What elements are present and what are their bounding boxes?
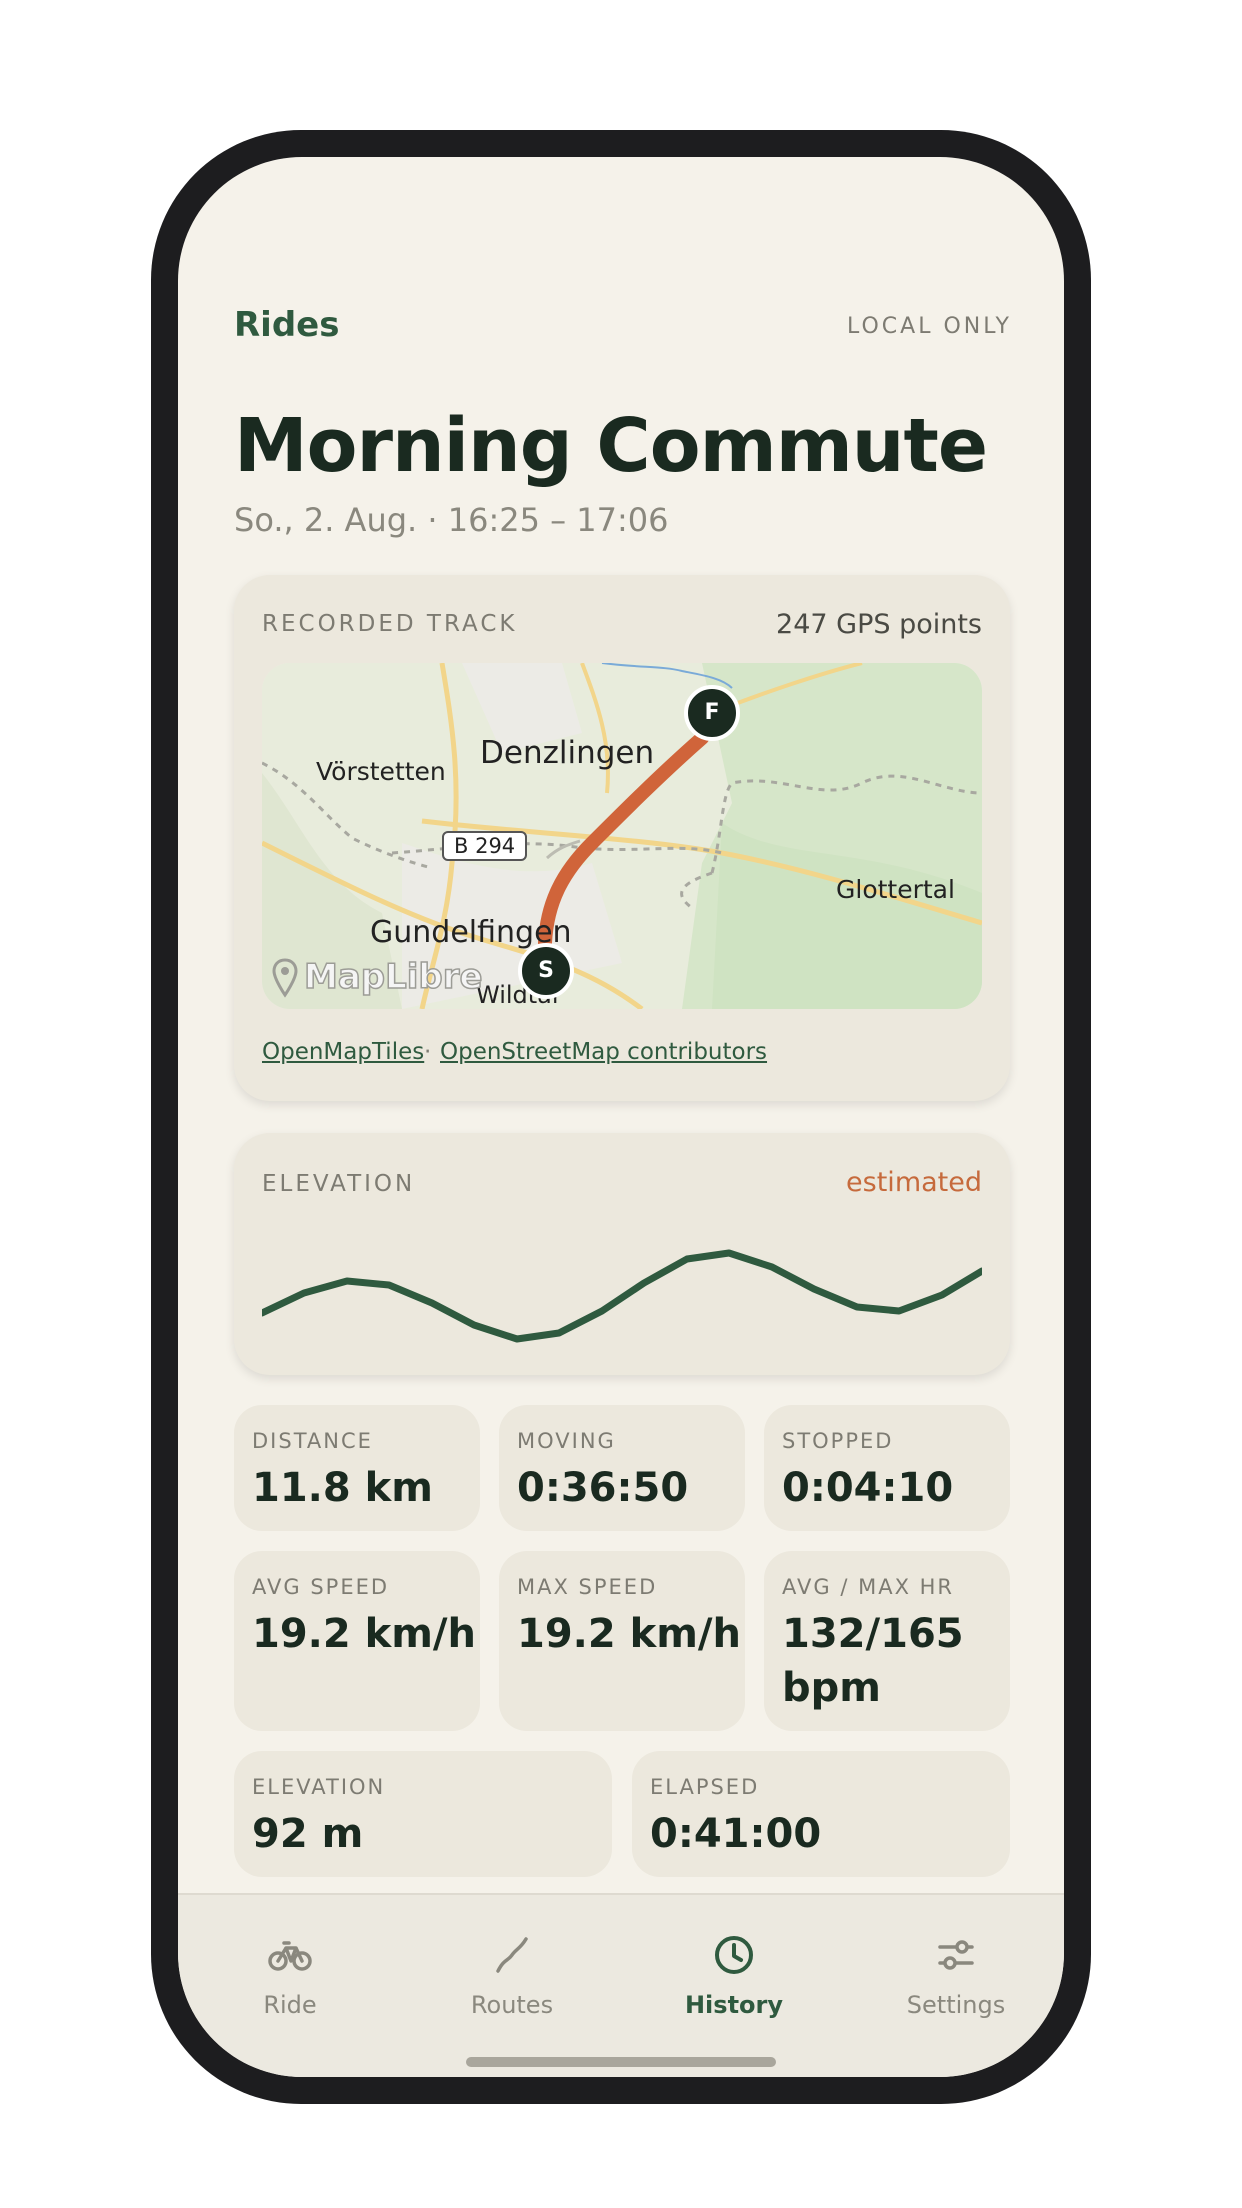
elevation-card: ELEVATION estimated [234, 1133, 1010, 1375]
attribution-separator: · [424, 1039, 432, 1065]
stat-max-speed-value: 19.2 km/h [517, 1611, 741, 1657]
elevation-label: ELEVATION [262, 1171, 416, 1197]
local-only-badge: LOCAL ONLY [847, 314, 1012, 339]
tab-ride[interactable]: Ride [210, 1931, 370, 2019]
stat-moving: MOVING 0:36:50 [499, 1405, 745, 1531]
recorded-track-card: RECORDED TRACK 247 GPS points Vörstetten… [234, 575, 1010, 1101]
stat-avg-speed: AVG SPEED 19.2 km/h [234, 1551, 480, 1731]
stat-heart-rate-label: AVG / MAX HR [782, 1575, 955, 1599]
stat-elevation-label: ELEVATION [252, 1775, 386, 1799]
map-pin-icon [272, 958, 298, 998]
finish-marker-label: F [704, 700, 720, 725]
estimated-badge: estimated [846, 1167, 982, 1198]
stat-stopped-label: STOPPED [782, 1429, 894, 1453]
map-place-vorstetten: Vörstetten [316, 757, 446, 786]
home-indicator [466, 2057, 776, 2067]
map-place-glottertal: Glottertal [836, 875, 955, 904]
stat-max-speed-label: MAX SPEED [517, 1575, 658, 1599]
stat-moving-value: 0:36:50 [517, 1465, 689, 1511]
stat-avg-speed-value: 19.2 km/h [252, 1611, 476, 1657]
start-marker[interactable]: S [518, 943, 574, 999]
elevation-profile-chart [262, 1249, 982, 1343]
stat-stopped: STOPPED 0:04:10 [764, 1405, 1010, 1531]
stat-elapsed: ELAPSED 0:41:00 [632, 1751, 1010, 1877]
stat-heart-rate: AVG / MAX HR 132/165 bpm [764, 1551, 1010, 1731]
stat-distance: DISTANCE 11.8 km [234, 1405, 480, 1531]
tab-routes-label: Routes [470, 1991, 554, 2019]
stat-heart-rate-value: 132/165 bpm [782, 1611, 964, 1711]
stat-distance-label: DISTANCE [252, 1429, 373, 1453]
tab-ride-label: Ride [263, 1991, 317, 2019]
finish-marker[interactable]: F [684, 685, 740, 741]
route-map[interactable]: Vörstetten Denzlingen Glottertal Gundelf… [262, 663, 982, 1009]
stat-avg-speed-label: AVG SPEED [252, 1575, 390, 1599]
attribution-openstreetmap[interactable]: OpenStreetMap contributors [440, 1039, 767, 1065]
tab-history-label: History [684, 1991, 784, 2019]
page-title: Morning Commute [234, 403, 988, 489]
stat-max-speed: MAX SPEED 19.2 km/h [499, 1551, 745, 1731]
attribution-openmaptiles[interactable]: OpenMapTiles [262, 1039, 424, 1065]
maplibre-wordmark: MapLibre [303, 956, 483, 998]
route-icon [496, 1937, 528, 1973]
back-to-rides-link[interactable]: Rides [234, 305, 339, 345]
tab-settings-label: Settings [906, 1991, 1006, 2019]
gps-points-count: 247 GPS points [776, 609, 982, 640]
stat-stopped-value: 0:04:10 [782, 1465, 954, 1511]
bicycle-icon [268, 1941, 312, 1971]
tab-settings[interactable]: Settings [876, 1931, 1036, 2019]
recorded-track-label: RECORDED TRACK [262, 611, 518, 637]
stat-elevation-value: 92 m [252, 1811, 364, 1857]
elevation-line [262, 1249, 982, 1343]
clock-icon [715, 1936, 753, 1974]
start-marker-label: S [538, 958, 554, 983]
road-shield: B 294 [442, 831, 528, 861]
map-place-denzlingen: Denzlingen [480, 735, 655, 771]
tab-routes[interactable]: Routes [432, 1931, 592, 2019]
tab-bar: Ride Routes History Settings [178, 1893, 1064, 2077]
sliders-icon [938, 1940, 974, 1970]
stat-elevation: ELEVATION 92 m [234, 1751, 612, 1877]
app-screen: Rides LOCAL ONLY Morning Commute So., 2.… [178, 157, 1064, 2077]
ride-date-time: So., 2. Aug. · 16:25 – 17:06 [234, 501, 669, 539]
stat-moving-label: MOVING [517, 1429, 616, 1453]
stat-distance-value: 11.8 km [252, 1465, 433, 1511]
tab-history[interactable]: History [654, 1931, 814, 2019]
stat-elapsed-value: 0:41:00 [650, 1811, 822, 1857]
stat-elapsed-label: ELAPSED [650, 1775, 760, 1799]
